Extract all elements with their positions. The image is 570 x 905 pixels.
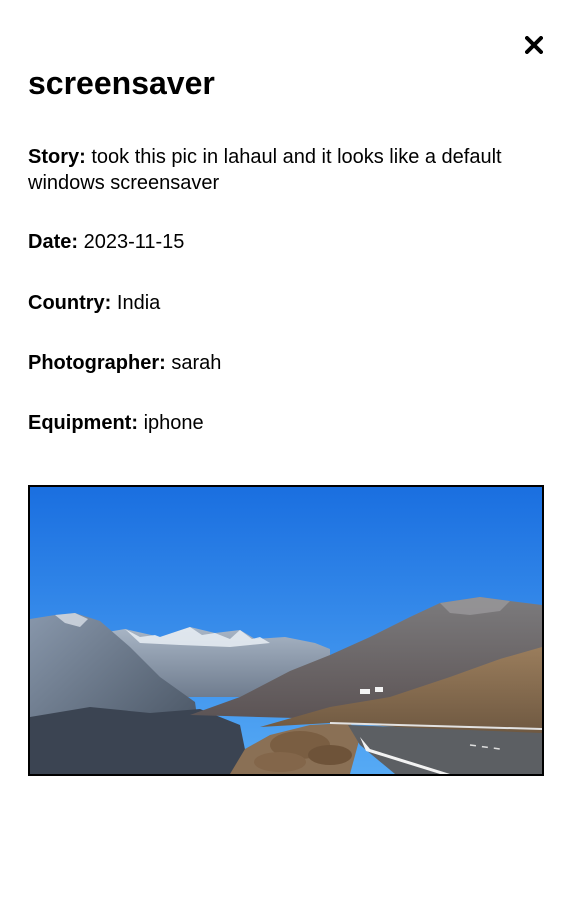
photographer-field: Photographer: sarah [28, 350, 528, 376]
equipment-field: Equipment: iphone [28, 410, 528, 436]
equipment-label: Equipment: [28, 412, 138, 434]
photo [28, 485, 544, 776]
equipment-value: iphone [143, 412, 204, 434]
country-field: Country: India [28, 290, 528, 316]
photographer-value: sarah [171, 352, 222, 374]
date-label: Date: [28, 231, 79, 253]
story-value: took this pic in lahaul and it looks lik… [28, 146, 502, 194]
landscape-photo [30, 487, 542, 774]
date-field: Date: 2023-11-15 [28, 229, 528, 255]
story-field: Story: took this pic in lahaul and it lo… [28, 144, 528, 196]
story-label: Story: [28, 146, 86, 168]
country-label: Country: [28, 292, 112, 314]
date-value: 2023-11-15 [83, 231, 185, 253]
close-button[interactable] [522, 33, 546, 57]
country-value: India [116, 292, 161, 314]
close-icon [525, 36, 543, 54]
modal-title: screensaver [28, 65, 215, 101]
photographer-label: Photographer: [28, 352, 166, 374]
